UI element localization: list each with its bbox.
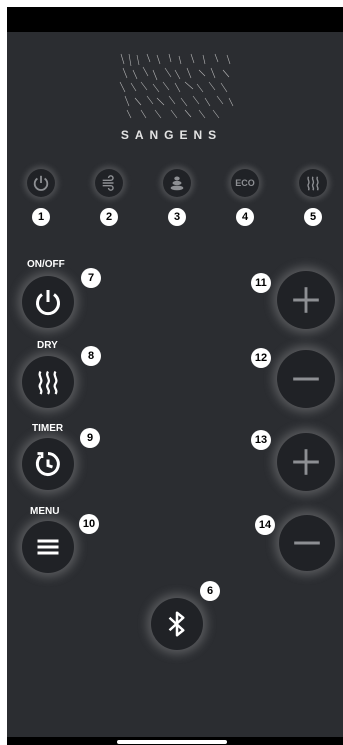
- badge-10: 10: [79, 514, 99, 534]
- bluetooth-icon: [168, 611, 185, 637]
- minus-icon: [294, 541, 320, 545]
- steam-small-button[interactable]: [299, 169, 327, 197]
- badge-12: 12: [251, 348, 271, 368]
- minus-button-upper[interactable]: [277, 350, 335, 408]
- plus-button-upper[interactable]: [277, 271, 335, 329]
- stones-icon: [170, 176, 184, 191]
- dry-button[interactable]: [22, 356, 74, 408]
- onoff-label: ON/OFF: [27, 259, 65, 270]
- steam-waves-icon: [38, 370, 58, 395]
- power-icon: [36, 290, 60, 316]
- minus-icon: [293, 377, 319, 381]
- eco-icon: ECO: [235, 178, 255, 188]
- brand-name: SANGENS: [120, 128, 223, 142]
- timer-icon: [35, 452, 60, 476]
- menu-icon: [37, 539, 59, 555]
- badge-7: 7: [81, 268, 101, 288]
- plus-button-lower[interactable]: [277, 433, 335, 491]
- brand-logo-icon: [119, 53, 234, 119]
- steam-waves-icon: [307, 176, 319, 191]
- badge-8: 8: [81, 346, 101, 366]
- fan-mode-button[interactable]: [95, 169, 123, 197]
- timer-label: TIMER: [32, 423, 64, 434]
- badge-2: 2: [100, 208, 118, 226]
- minus-button-lower[interactable]: [279, 515, 335, 571]
- badge-3: 3: [168, 208, 186, 226]
- plus-icon: [293, 449, 319, 475]
- dry-label: DRY: [37, 340, 58, 351]
- badge-11: 11: [251, 273, 271, 293]
- plus-icon: [293, 287, 319, 313]
- badge-9: 9: [80, 428, 100, 448]
- home-indicator[interactable]: [117, 740, 227, 744]
- wind-icon: [102, 175, 114, 191]
- badge-13: 13: [251, 430, 271, 450]
- menu-label: MENU: [30, 506, 60, 517]
- power-icon: [33, 175, 49, 191]
- menu-button[interactable]: [22, 521, 74, 573]
- stones-mode-button[interactable]: [163, 169, 191, 197]
- badge-4: 4: [236, 208, 254, 226]
- power-small-button[interactable]: [27, 169, 55, 197]
- badge-14: 14: [255, 515, 275, 535]
- badge-5: 5: [304, 208, 322, 226]
- status-bar: [7, 7, 343, 32]
- badge-6: 6: [200, 581, 220, 601]
- onoff-button[interactable]: [22, 276, 74, 328]
- timer-button[interactable]: [22, 438, 74, 490]
- bluetooth-button[interactable]: [151, 598, 203, 650]
- badge-1: 1: [32, 208, 50, 226]
- eco-button[interactable]: ECO: [231, 169, 259, 197]
